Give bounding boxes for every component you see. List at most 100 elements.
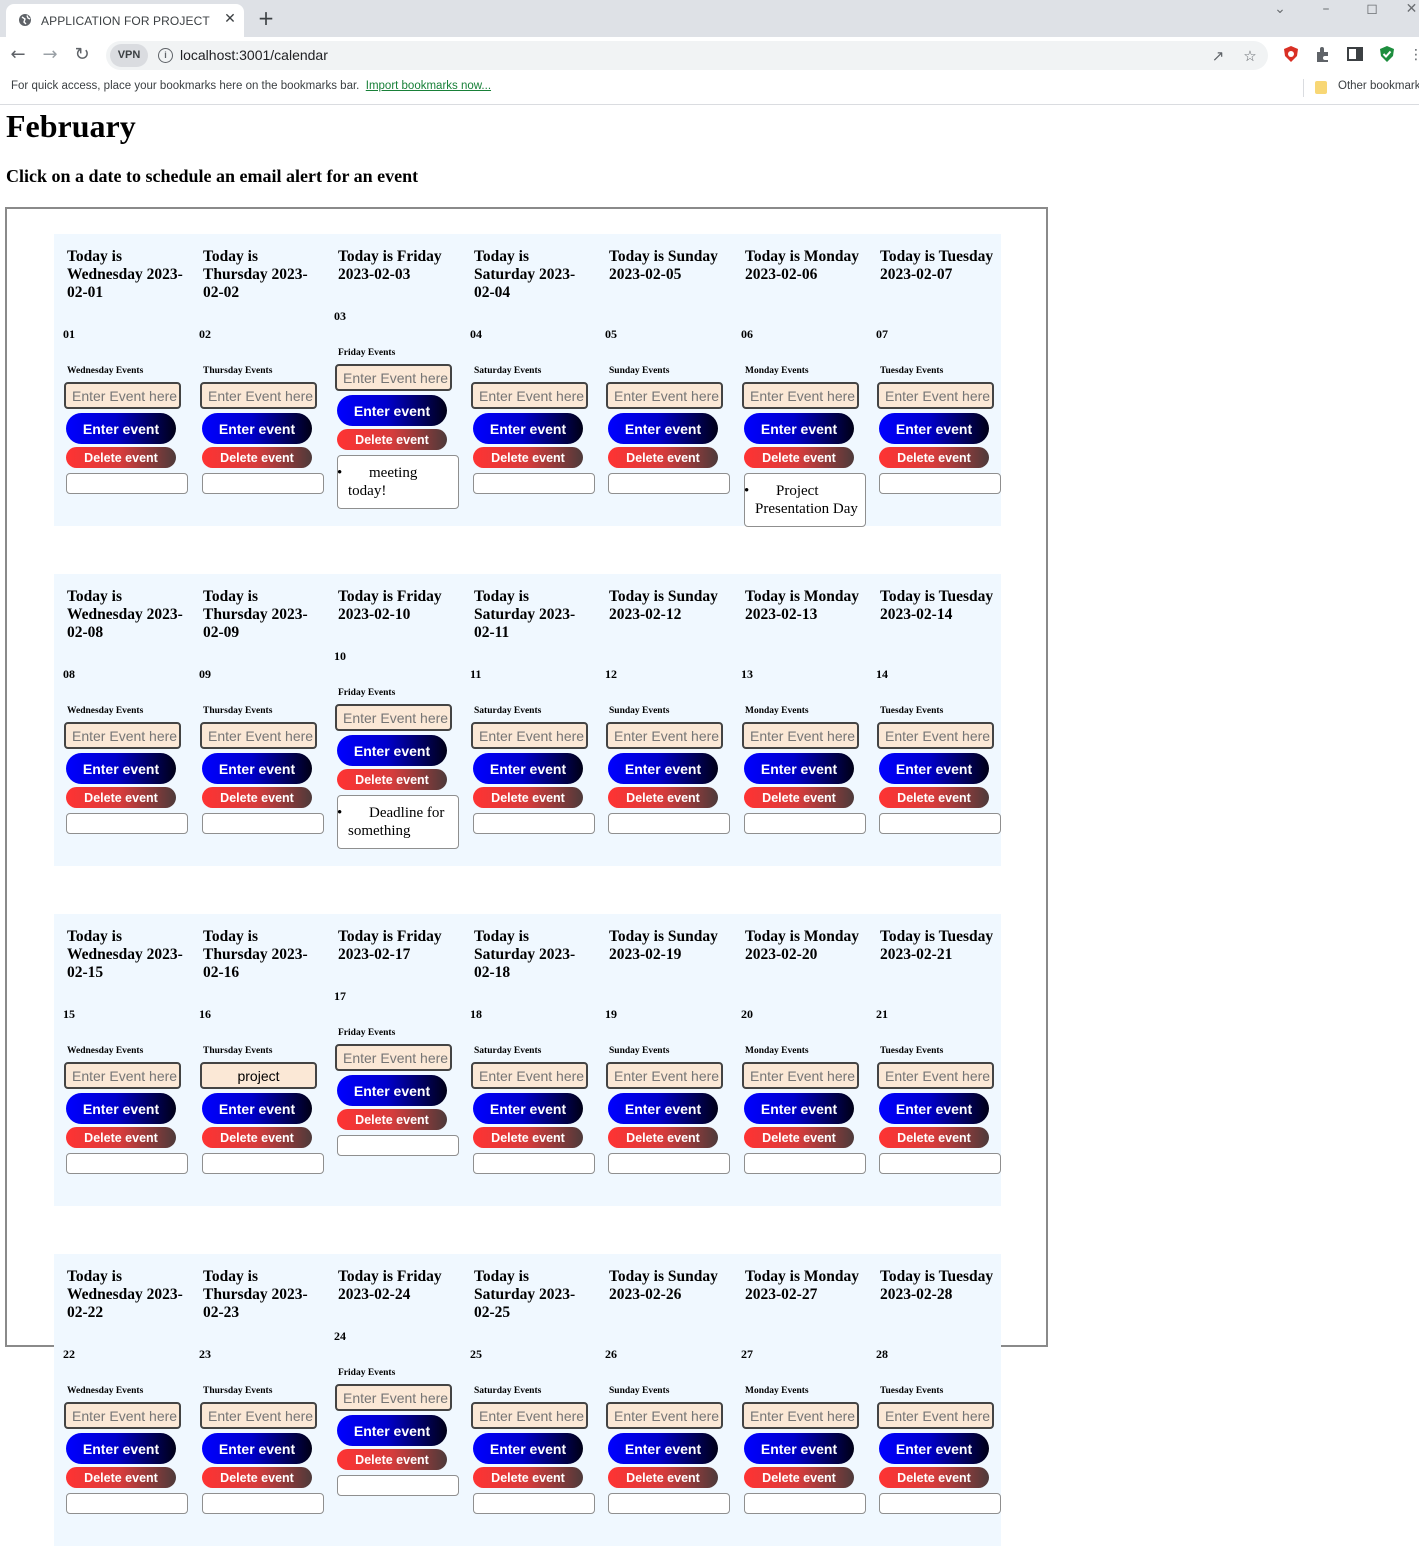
delete-event-button[interactable]: Delete event xyxy=(608,1127,718,1148)
day-heading[interactable]: Today is Sunday 2023-02-26 xyxy=(609,1268,727,1304)
enter-event-button[interactable]: Enter event xyxy=(66,753,176,784)
delete-event-button[interactable]: Delete event xyxy=(744,1467,854,1488)
day-cell[interactable]: Today is Tuesday 2023-02-21 21 Tuesday Eve… xyxy=(867,914,1001,1206)
enter-event-button[interactable]: Enter event xyxy=(744,1433,854,1464)
event-input[interactable] xyxy=(742,722,859,749)
day-cell[interactable]: Today is Monday 2023-02-13 13 Monday Event… xyxy=(732,574,866,866)
day-cell[interactable]: Today is Wednesday 2023-02-01 01 Wednesday… xyxy=(54,234,188,526)
delete-event-button[interactable]: Delete event xyxy=(66,447,176,468)
delete-event-button[interactable]: Delete event xyxy=(337,429,447,450)
puzzle-extensions-icon[interactable] xyxy=(1314,45,1332,63)
day-cell[interactable]: Today is Saturday 2023-02-18 18 Saturday E… xyxy=(461,914,595,1206)
day-heading[interactable]: Today is Saturday 2023-02-18 xyxy=(474,928,592,982)
new-tab-button[interactable]: + xyxy=(256,8,276,28)
enter-event-button[interactable]: Enter event xyxy=(337,1415,447,1446)
delete-event-button[interactable]: Delete event xyxy=(879,1127,989,1148)
day-heading[interactable]: Today is Wednesday 2023-02-01 xyxy=(67,248,185,302)
event-input[interactable] xyxy=(335,1044,452,1071)
day-heading[interactable]: Today is Friday 2023-02-10 xyxy=(338,588,456,624)
day-heading[interactable]: Today is Friday 2023-02-03 xyxy=(338,248,456,284)
enter-event-button[interactable]: Enter event xyxy=(337,395,447,426)
enter-event-button[interactable]: Enter event xyxy=(337,1075,447,1106)
shield-extension-icon[interactable] xyxy=(1282,45,1300,63)
day-cell[interactable]: Today is Wednesday 2023-02-22 22 Wednesday… xyxy=(54,1254,188,1546)
day-heading[interactable]: Today is Monday 2023-02-06 xyxy=(745,248,863,284)
event-input[interactable] xyxy=(877,722,994,749)
enter-event-button[interactable]: Enter event xyxy=(473,1433,583,1464)
delete-event-button[interactable]: Delete event xyxy=(66,787,176,808)
enter-event-button[interactable]: Enter event xyxy=(473,1093,583,1124)
day-heading[interactable]: Today is Wednesday 2023-02-08 xyxy=(67,588,185,642)
event-input[interactable] xyxy=(877,1062,994,1089)
day-cell[interactable]: Today is Thursday 2023-02-23 23 Thursday E… xyxy=(190,1254,324,1546)
back-icon[interactable]: ← xyxy=(8,45,28,65)
day-heading[interactable]: Today is Monday 2023-02-13 xyxy=(745,588,863,624)
enter-event-button[interactable]: Enter event xyxy=(473,413,583,444)
delete-event-button[interactable]: Delete event xyxy=(879,447,989,468)
day-heading[interactable]: Today is Thursday 2023-02-02 xyxy=(203,248,321,302)
delete-event-button[interactable]: Delete event xyxy=(473,447,583,468)
url-text[interactable]: localhost:3001/calendar xyxy=(180,47,328,63)
delete-event-button[interactable]: Delete event xyxy=(608,1467,718,1488)
delete-event-button[interactable]: Delete event xyxy=(202,1127,312,1148)
delete-event-button[interactable]: Delete event xyxy=(879,1467,989,1488)
day-heading[interactable]: Today is Wednesday 2023-02-22 xyxy=(67,1268,185,1322)
other-bookmarks[interactable]: Other bookmarks xyxy=(1338,80,1419,92)
delete-event-button[interactable]: Delete event xyxy=(473,1467,583,1488)
enter-event-button[interactable]: Enter event xyxy=(473,753,583,784)
close-window-icon[interactable]: ✕ xyxy=(1404,0,1419,22)
day-cell[interactable]: Today is Thursday 2023-02-02 02 Thursday E… xyxy=(190,234,324,526)
day-cell[interactable]: Today is Tuesday 2023-02-28 28 Tuesday Eve… xyxy=(867,1254,1001,1546)
forward-icon[interactable]: → xyxy=(40,45,60,65)
event-input[interactable] xyxy=(64,1062,181,1089)
event-input[interactable] xyxy=(742,1062,859,1089)
event-input[interactable] xyxy=(606,1402,723,1429)
event-input[interactable] xyxy=(606,722,723,749)
maximize-icon[interactable]: ◻ xyxy=(1362,0,1382,22)
import-bookmarks-link[interactable]: Import bookmarks now... xyxy=(366,80,491,92)
minimize-icon[interactable]: – xyxy=(1316,0,1336,22)
day-cell[interactable]: Today is Friday 2023-02-24 24 Friday Event… xyxy=(325,1254,459,1546)
event-input[interactable] xyxy=(335,1384,452,1411)
day-cell[interactable]: Today is Wednesday 2023-02-08 08 Wednesday… xyxy=(54,574,188,866)
event-input[interactable] xyxy=(742,1402,859,1429)
active-tab[interactable]: APPLICATION FOR PROJECT ✕ xyxy=(6,4,244,37)
share-icon[interactable]: ↗ xyxy=(1209,47,1227,65)
day-cell[interactable]: Today is Sunday 2023-02-19 19 Sunday Event… xyxy=(596,914,730,1206)
day-heading[interactable]: Today is Thursday 2023-02-09 xyxy=(203,588,321,642)
enter-event-button[interactable]: Enter event xyxy=(66,413,176,444)
day-heading[interactable]: Today is Monday 2023-02-20 xyxy=(745,928,863,964)
day-cell[interactable]: Today is Friday 2023-02-17 17 Friday Event… xyxy=(325,914,459,1206)
tab-close-icon[interactable]: ✕ xyxy=(222,11,238,27)
event-input[interactable] xyxy=(64,722,181,749)
enter-event-button[interactable]: Enter event xyxy=(744,753,854,784)
day-cell[interactable]: Today is Wednesday 2023-02-15 15 Wednesday… xyxy=(54,914,188,1206)
enter-event-button[interactable]: Enter event xyxy=(879,1093,989,1124)
delete-event-button[interactable]: Delete event xyxy=(744,787,854,808)
event-input[interactable] xyxy=(606,1062,723,1089)
menu-icon[interactable]: ⋮ xyxy=(1409,45,1419,65)
event-input[interactable] xyxy=(200,1062,317,1089)
enter-event-button[interactable]: Enter event xyxy=(66,1433,176,1464)
day-heading[interactable]: Today is Monday 2023-02-27 xyxy=(745,1268,863,1304)
day-cell[interactable]: Today is Monday 2023-02-27 27 Monday Event… xyxy=(732,1254,866,1546)
day-cell[interactable]: Today is Tuesday 2023-02-07 07 Tuesday Eve… xyxy=(867,234,1001,526)
delete-event-button[interactable]: Delete event xyxy=(337,1449,447,1470)
day-heading[interactable]: Today is Sunday 2023-02-05 xyxy=(609,248,727,284)
event-input[interactable] xyxy=(335,704,452,731)
day-cell[interactable]: Today is Saturday 2023-02-11 11 Saturday E… xyxy=(461,574,595,866)
day-cell[interactable]: Today is Monday 2023-02-20 20 Monday Event… xyxy=(732,914,866,1206)
delete-event-button[interactable]: Delete event xyxy=(337,769,447,790)
enter-event-button[interactable]: Enter event xyxy=(879,753,989,784)
site-info-icon[interactable]: i xyxy=(158,48,173,63)
reload-icon[interactable]: ↻ xyxy=(72,45,92,65)
address-bar[interactable]: VPN i localhost:3001/calendar ↗ ☆ xyxy=(106,41,1268,70)
event-input[interactable] xyxy=(200,722,317,749)
delete-event-button[interactable]: Delete event xyxy=(473,1127,583,1148)
event-input[interactable] xyxy=(200,1402,317,1429)
event-input[interactable] xyxy=(742,382,859,409)
enter-event-button[interactable]: Enter event xyxy=(879,1433,989,1464)
delete-event-button[interactable]: Delete event xyxy=(66,1127,176,1148)
day-heading[interactable]: Today is Sunday 2023-02-19 xyxy=(609,928,727,964)
delete-event-button[interactable]: Delete event xyxy=(337,1109,447,1130)
